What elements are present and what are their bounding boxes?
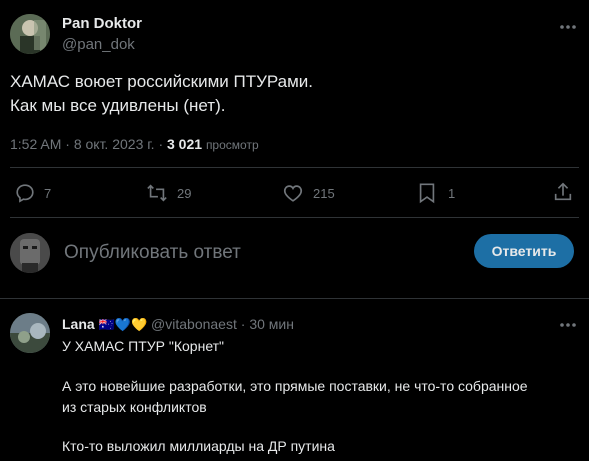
like-count: 215 [313, 185, 335, 201]
avatar-image [10, 14, 50, 54]
share-icon[interactable] [552, 181, 574, 203]
reply-author-handle[interactable]: @vitabonaest [151, 316, 237, 332]
reply-icon [14, 182, 36, 204]
like-action[interactable]: 215 [282, 182, 335, 204]
reply-action[interactable]: 7 [14, 182, 51, 204]
repost-count: 29 [177, 185, 192, 201]
bookmark-count: 1 [448, 185, 456, 201]
avatar-image [10, 233, 50, 273]
reply-time[interactable]: 30 мин [249, 316, 294, 332]
repost-action[interactable]: 29 [146, 182, 191, 204]
author-handle[interactable]: @pan_dok [62, 36, 135, 53]
reply-author-name[interactable]: Lana [62, 316, 95, 332]
post-text-line-1: ХАМАС воюет российскими ПТУРами. [10, 72, 314, 91]
reply-header: Lana 🇦🇺💙💛 @vitabonaest · 30 мин [62, 316, 294, 333]
reply-author-badges: 🇦🇺💙💛 [98, 317, 148, 332]
reply-count: 7 [44, 185, 52, 201]
reply-more-icon[interactable] [558, 318, 578, 332]
post-text-line-2: Как мы все удивлены (нет). [10, 96, 226, 115]
divider [10, 167, 579, 168]
user-avatar[interactable] [10, 233, 50, 273]
reply-submit-button[interactable]: Ответить [474, 234, 574, 268]
reply-text-line-1: У ХАМАС ПТУР "Корнет" [62, 338, 225, 354]
reply-text-line-2: А это новейшие разработки, это прямые по… [62, 378, 528, 394]
reply-text-line-3: из старых конфликтов [62, 399, 207, 415]
post-date[interactable]: 8 окт. 2023 г. [74, 136, 155, 152]
post-meta: 1:52 AM · 8 окт. 2023 г. · 3 021 просмот… [10, 136, 259, 152]
author-name[interactable]: Pan Doktor [62, 15, 142, 32]
views-label: просмотр [205, 138, 259, 152]
bookmark-icon [417, 182, 437, 204]
reply-author-avatar[interactable] [10, 313, 50, 353]
reply-input[interactable]: Опубликовать ответ [64, 242, 454, 264]
like-icon [282, 182, 304, 204]
bookmark-action[interactable]: 1 [417, 182, 455, 204]
meta-separator: · [240, 316, 246, 332]
divider [0, 298, 589, 299]
divider [10, 217, 579, 218]
views-count: 3 021 [167, 136, 203, 152]
author-avatar[interactable] [10, 14, 50, 54]
reply-text-line-4: Кто-то выложил миллиарды на ДР путина [62, 438, 335, 454]
meta-separator: · [65, 136, 70, 152]
post-time[interactable]: 1:52 AM [10, 136, 61, 152]
meta-separator: · [158, 136, 164, 152]
more-icon[interactable] [558, 20, 578, 34]
repost-icon [146, 182, 168, 204]
avatar-image [10, 313, 50, 353]
